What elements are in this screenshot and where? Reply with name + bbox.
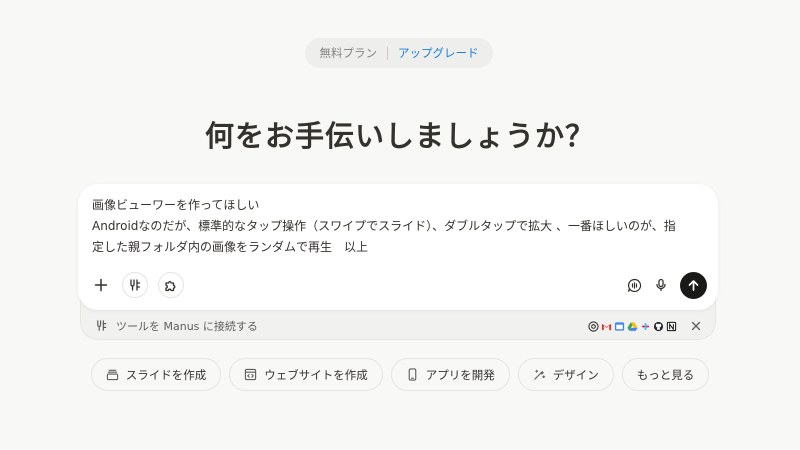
phone-icon: [408, 368, 417, 381]
close-icon[interactable]: [691, 321, 701, 331]
github-icon: [653, 321, 664, 332]
notion-icon: [666, 321, 677, 332]
page-title: 何をお手伝いしましょうか？: [204, 119, 595, 153]
send-button[interactable]: [680, 272, 707, 299]
chip-label: ウェブサイトを作成: [264, 367, 368, 382]
app-icon-list: [588, 320, 677, 332]
arrow-up-icon: [688, 280, 699, 291]
drive-icon: [627, 321, 638, 332]
code-window-icon: [245, 368, 257, 381]
see-more-chip[interactable]: もっと見る: [621, 358, 710, 391]
gmail-icon: [601, 321, 612, 332]
prompt-line: 定した親フォルダ内の画像をランダムで再生 以上: [92, 240, 369, 254]
create-slides-chip[interactable]: スライドを作成: [90, 358, 222, 391]
upgrade-link[interactable]: アップグレード: [398, 45, 479, 61]
connector-icon: [95, 317, 108, 336]
slack-icon: [640, 321, 651, 332]
create-website-chip[interactable]: ウェブサイトを作成: [229, 358, 383, 391]
chrome-icon: [588, 320, 599, 332]
plan-divider: [387, 46, 388, 60]
voice-chat-icon[interactable]: [622, 273, 646, 297]
chip-label: デザイン: [552, 367, 599, 382]
suggestion-chips: スライドを作成 ウェブサイトを作成 アプリを開発 デザイン もっと見る: [0, 358, 800, 391]
design-chip[interactable]: デザイン: [517, 358, 614, 391]
prompt-line: 画像ビューワーを作ってほしい: [92, 198, 260, 212]
microphone-icon[interactable]: [649, 273, 673, 297]
puzzle-icon[interactable]: [158, 272, 184, 298]
design-icon: [534, 369, 545, 380]
chip-label: スライドを作成: [125, 367, 207, 382]
develop-app-chip[interactable]: アプリを開発: [390, 358, 510, 391]
tools-icon[interactable]: [122, 272, 148, 298]
free-plan-label: 無料プラン: [319, 46, 378, 60]
connect-label: ツールを Manus に接続する: [116, 320, 258, 333]
slides-icon: [106, 369, 118, 381]
prompt-line: Androidなのだが、標準的なタップ操作（スワイプでスライド）、ダブルタップで…: [92, 219, 676, 233]
calendar-icon: [614, 321, 625, 332]
chip-label: もっと見る: [636, 367, 695, 382]
plus-icon[interactable]: [89, 273, 113, 297]
prompt-input[interactable]: 画像ビューワーを作ってほしい Androidなのだが、標準的なタップ操作（スワイ…: [92, 195, 704, 258]
chip-label: アプリを開発: [425, 367, 495, 382]
prompt-composer: 画像ビューワーを作ってほしい Androidなのだが、標準的なタップ操作（スワイ…: [78, 184, 718, 310]
plan-pill: 無料プラン アップグレード: [305, 38, 493, 68]
